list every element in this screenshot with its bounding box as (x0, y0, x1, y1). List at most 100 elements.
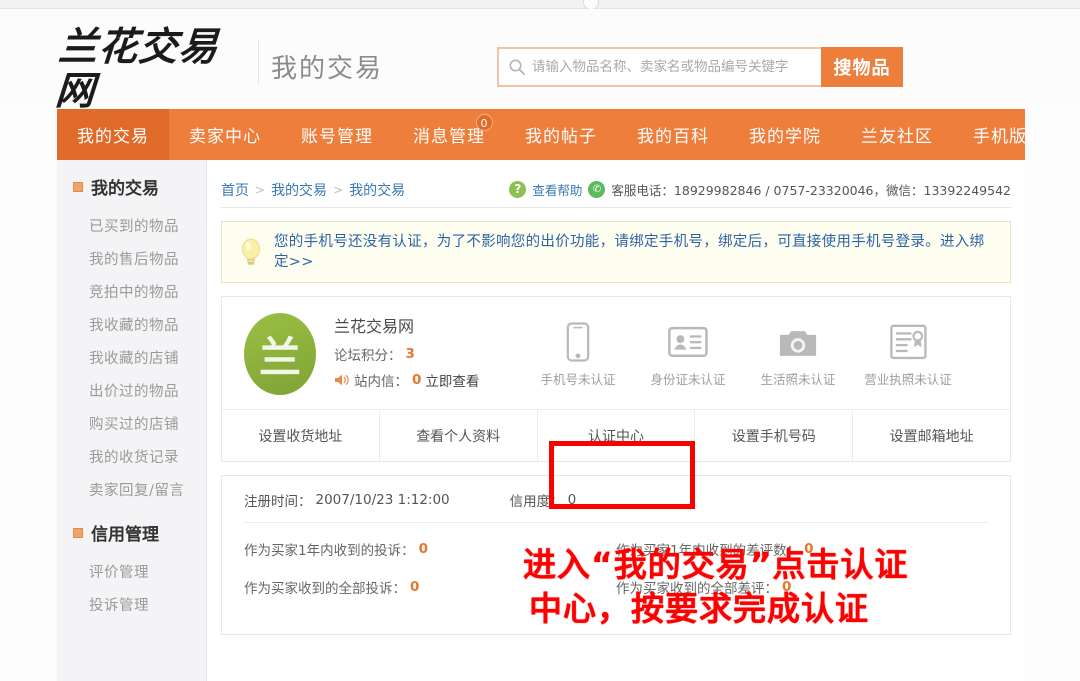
customer-service-contact: 客服电话：18929982846 / 0757-23320046，微信：1339… (611, 183, 1011, 198)
nav-label: 我的百科 (637, 127, 709, 147)
page-root: 兰花交易网 www.hmlan.com 我的交易 搜物品 我的交易 卖家中 (0, 0, 1080, 681)
nav-label: 卖家中心 (189, 127, 261, 147)
nav-item-my-trades[interactable]: 我的交易 (57, 109, 169, 160)
browser-top-strip (0, 0, 1080, 9)
action-set-email-address[interactable]: 设置邮箱地址 (852, 410, 1010, 461)
verify-mobile[interactable]: 手机号未认证 (530, 320, 626, 388)
sidebar-item-aftersale[interactable]: 我的售后物品 (57, 242, 206, 275)
nav-label: 我的帖子 (525, 127, 597, 147)
search-field[interactable] (497, 47, 821, 87)
sidebar-item-favorite-items[interactable]: 我收藏的物品 (57, 308, 206, 341)
nav-item-account-management[interactable]: 账号管理 (281, 109, 393, 160)
credit-score-label: 信用度： (509, 494, 564, 510)
breadcrumb-level1[interactable]: 我的交易 (271, 180, 327, 200)
sidebar-item-bidding[interactable]: 竞拍中的物品 (57, 275, 206, 308)
sidebar-item-purchased-shops[interactable]: 购买过的店铺 (57, 407, 206, 440)
username: 兰花交易网 (334, 316, 415, 336)
main-content: 首页 > 我的交易 > 我的交易 ? 查看帮助 ✆ 客服电话：189299828… (207, 160, 1025, 681)
inbox-row: 站内信： 0 立即查看 (334, 370, 524, 390)
stat-buyer-complaints-1y: 作为买家1年内收到的投诉： 0 (244, 539, 616, 559)
stat-label: 作为买家收到的全部投诉： (244, 581, 406, 597)
sidebar-item-review-management[interactable]: 评价管理 (57, 555, 206, 588)
profile-action-row: 设置收货地址 查看个人资料 认证中心 设置手机号码 设置邮箱地址 (222, 409, 1010, 461)
inbox-label: 站内信： (354, 373, 408, 390)
credit-score-value: 0 (567, 492, 577, 508)
verify-id-card-label: 身份证未认证 (650, 372, 726, 387)
sidebar-section-credit[interactable]: 信用管理 (57, 506, 206, 555)
main-nav: 我的交易 卖家中心 账号管理 消息管理 0 我的帖子 我的百科 我的学院 兰友社… (57, 109, 1026, 160)
header-divider (258, 39, 259, 85)
sidebar: 我的交易 已买到的物品 我的售后物品 竞拍中的物品 我收藏的物品 我收藏的店铺 … (57, 160, 207, 681)
action-verification-center[interactable]: 认证中心 (536, 410, 695, 461)
action-set-shipping-address[interactable]: 设置收货地址 (222, 410, 379, 461)
inbox-view-link[interactable]: 立即查看 (425, 370, 479, 390)
message-count-badge: 0 (476, 114, 493, 131)
inbox-count: 0 (412, 371, 422, 388)
verify-license-label: 营业执照未认证 (864, 372, 952, 387)
nav-item-seller-center[interactable]: 卖家中心 (169, 109, 281, 160)
account-stats-card: 注册时间： 2007/10/23 1:12:00 信用度： 0 作为买家1年内收… (221, 475, 1011, 635)
bullet-square-icon (73, 527, 83, 538)
search-button[interactable]: 搜物品 (821, 47, 903, 87)
id-card-icon (640, 320, 736, 364)
stat-label: 作为买家1年内收到的投诉： (244, 543, 415, 559)
question-circle-icon: ? (509, 181, 527, 198)
nav-item-my-posts[interactable]: 我的帖子 (505, 109, 617, 160)
sidebar-item-favorite-shops[interactable]: 我收藏的店铺 (57, 341, 206, 374)
register-time: 注册时间： 2007/10/23 1:12:00 (244, 490, 450, 510)
phone-icon: ✆ (588, 181, 606, 198)
verify-license[interactable]: 营业执照未认证 (860, 320, 956, 388)
breadcrumb-right-tools: ? 查看帮助 ✆ 客服电话：18929982846 / 0757-2332004… (509, 180, 1011, 199)
breadcrumb-home[interactable]: 首页 (221, 180, 249, 200)
action-view-profile[interactable]: 查看个人资料 (378, 410, 537, 461)
business-license-icon (860, 320, 956, 364)
sidebar-item-seller-replies[interactable]: 卖家回复/留言 (57, 473, 206, 506)
nav-item-my-academy[interactable]: 我的学院 (729, 109, 841, 160)
site-logo[interactable]: 兰花交易网 www.hmlan.com (54, 24, 253, 132)
nav-label: 消息管理 (413, 127, 485, 147)
verify-photo[interactable]: 生活照未认证 (750, 320, 846, 388)
page-title: 我的交易 (271, 54, 384, 84)
nav-item-message-management[interactable]: 消息管理 0 (393, 109, 505, 160)
search-input[interactable] (532, 59, 821, 75)
nav-item-mobile-version[interactable]: 手机版 (953, 109, 1047, 160)
sidebar-section-label: 信用管理 (91, 525, 159, 545)
sidebar-item-bid-history[interactable]: 出价过的物品 (57, 374, 206, 407)
nav-item-community[interactable]: 兰友社区 (841, 109, 953, 160)
verify-photo-label: 生活照未认证 (760, 372, 836, 387)
nav-label: 账号管理 (301, 127, 373, 147)
nav-label: 兰友社区 (861, 127, 933, 147)
sidebar-item-receipt-records[interactable]: 我的收货记录 (57, 440, 206, 473)
search-icon (508, 58, 526, 76)
stat-value: 0 (410, 579, 420, 595)
verify-mobile-label: 手机号未认证 (540, 372, 616, 387)
nav-item-my-encyclopedia[interactable]: 我的百科 (617, 109, 729, 160)
camera-icon (750, 320, 846, 364)
site-header: 兰花交易网 www.hmlan.com 我的交易 搜物品 (0, 9, 1080, 132)
view-help-link[interactable]: 查看帮助 (532, 180, 582, 199)
sidebar-item-bought[interactable]: 已买到的物品 (57, 209, 206, 242)
user-meta: 兰花交易网 论坛积分： 3 站内信： 0 立即查看 (334, 313, 524, 396)
nav-label: 手机版 (973, 127, 1027, 147)
sidebar-section-label: 我的交易 (91, 179, 159, 199)
breadcrumb-separator: > (333, 182, 344, 197)
forum-score-value: 3 (405, 345, 415, 362)
forum-score-label: 论坛积分： (334, 347, 402, 364)
profile-summary: 兰 兰花交易网 论坛积分： 3 站内信： 0 立即查看 手机号未认证 身份证未认… (222, 297, 1010, 409)
logo-text-cn: 兰花交易网 (53, 24, 221, 114)
nav-label: 我的学院 (749, 127, 821, 147)
sidebar-item-complaint-management[interactable]: 投诉管理 (57, 588, 206, 621)
credit-score: 信用度： 0 (510, 490, 577, 510)
sidebar-section-my-trades[interactable]: 我的交易 (57, 160, 206, 209)
verification-status-row: 手机号未认证 身份证未认证 生活照未认证 营业执照未认证 (530, 320, 956, 388)
profile-card: 兰 兰花交易网 论坛积分： 3 站内信： 0 立即查看 手机号未认证 身份证未认… (221, 296, 1011, 462)
speaker-icon (334, 373, 350, 387)
verify-id-card[interactable]: 身份证未认证 (640, 320, 736, 388)
action-set-phone-number[interactable]: 设置手机号码 (694, 410, 852, 461)
avatar: 兰 (244, 313, 316, 395)
breadcrumb-current: 我的交易 (349, 182, 406, 199)
forum-score-row: 论坛积分： 3 (334, 344, 524, 364)
mobile-phone-icon (530, 320, 626, 364)
phone-verification-notice: 您的手机号还没有认证，为了不影响您的出价功能，请绑定手机号，绑定后，可直接使用手… (221, 221, 1011, 283)
breadcrumb-separator: > (255, 182, 266, 197)
